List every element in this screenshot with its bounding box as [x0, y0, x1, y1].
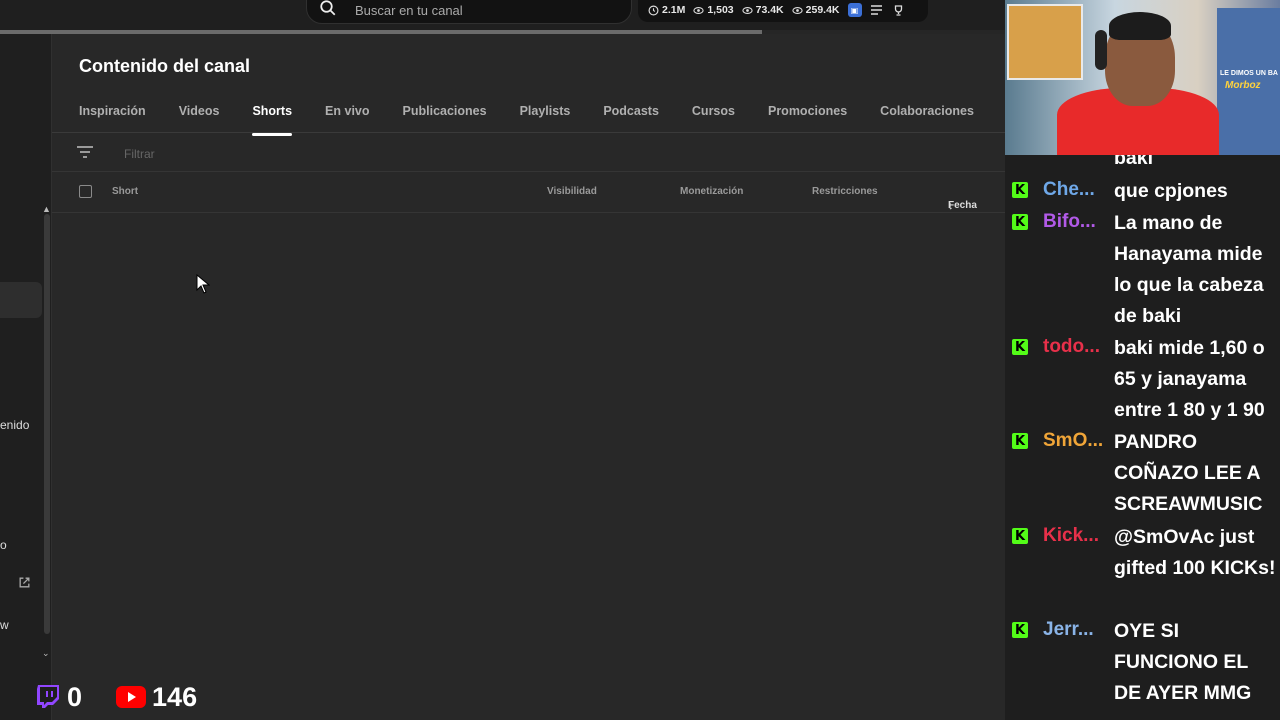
chat-username[interactable]: Kick...	[1043, 525, 1099, 547]
external-link-icon[interactable]	[18, 576, 31, 589]
search-box[interactable]	[306, 0, 632, 24]
tab-cursos[interactable]: Cursos	[692, 98, 735, 134]
tab-podcasts[interactable]: Podcasts	[603, 98, 659, 134]
table-header: Short Visibilidad Monetización Restricci…	[52, 172, 1005, 213]
eye-icon	[792, 6, 803, 14]
stat-views-2: 73.4K	[741, 4, 784, 16]
eye-icon	[693, 6, 704, 14]
chat-panel: baki K Che... que cpjones K Bifo... La m…	[1005, 155, 1280, 720]
tab-en-vivo[interactable]: En vivo	[325, 98, 369, 134]
menu-icon[interactable]	[870, 3, 884, 17]
kick-badge-icon: K	[1012, 214, 1028, 230]
stats-bar: 2.1M 1,503 73.4K 259.4K ▣	[638, 0, 928, 22]
tab-shorts[interactable]: Shorts	[252, 98, 292, 136]
filter-bar	[52, 133, 1005, 172]
column-restricciones[interactable]: Restricciones	[812, 186, 878, 197]
tab-publicaciones[interactable]: Publicaciones	[403, 98, 487, 134]
stat-views-3: 259.4K	[792, 4, 840, 16]
sidebar-item-label[interactable]: enido	[0, 418, 29, 432]
poster-image	[1007, 4, 1083, 80]
scroll-up-icon[interactable]: ▲	[42, 204, 51, 214]
filter-icon[interactable]	[76, 143, 94, 161]
streamer-hair	[1109, 12, 1171, 40]
search-icon	[320, 0, 336, 16]
scroll-down-icon[interactable]: ⌄	[42, 648, 50, 659]
column-short[interactable]: Short	[112, 186, 138, 197]
poster-text: Morboz	[1225, 80, 1261, 91]
headphone-icon	[1095, 30, 1107, 70]
stat-views-1: 1,503	[693, 4, 734, 16]
viewer-counters: 0 146	[35, 680, 231, 714]
column-monetizacion[interactable]: Monetización	[680, 186, 743, 197]
chat-username[interactable]: SmO...	[1043, 430, 1103, 452]
chat-message-text: que cpjones	[1114, 180, 1228, 202]
stat-value: 259.4K	[805, 4, 840, 16]
stat-value: 73.4K	[755, 4, 784, 16]
left-sidebar: enido o w ▲ ⌄	[0, 34, 52, 720]
stat-value: 1,503	[707, 4, 734, 16]
chat-message-text: @SmOvAc just gifted 100 KICKs!	[1114, 526, 1276, 579]
mouse-cursor-icon	[196, 274, 210, 294]
tab-colaboraciones[interactable]: Colaboraciones	[880, 98, 974, 134]
twitch-icon	[37, 685, 59, 708]
clock-icon	[648, 5, 659, 15]
chat-message-text: baki mide 1,60 o 65 y janayama entre 1 8…	[1114, 337, 1265, 421]
chat-message-text: OYE SI FUNCIONO EL DE AYER MMG	[1114, 620, 1252, 704]
tab-videos[interactable]: Videos	[179, 98, 220, 134]
sidebar-item-label[interactable]: o	[0, 538, 7, 552]
loading-bar-fill	[0, 30, 762, 34]
poster-text: LE DIMOS UN BA	[1220, 70, 1278, 77]
chat-username[interactable]: Jerr...	[1043, 619, 1094, 641]
twitch-viewer-count: 0	[67, 681, 83, 712]
kick-badge-icon: K	[1012, 622, 1028, 638]
chat-message-text: PANDRO COÑAZO LEE A SCREAWMUSIC	[1114, 431, 1263, 515]
kick-badge-icon: K	[1012, 433, 1028, 449]
webcam-overlay: LE DIMOS UN BA Morboz	[1005, 0, 1280, 155]
filter-input[interactable]	[122, 144, 426, 164]
eye-icon	[741, 6, 753, 14]
kick-badge-icon: K	[1012, 182, 1028, 198]
select-all-checkbox[interactable]	[79, 185, 92, 198]
sidebar-scrollbar[interactable]	[44, 214, 50, 634]
search-input[interactable]	[353, 0, 617, 21]
chat-username[interactable]: Che...	[1043, 179, 1095, 201]
sidebar-item-label[interactable]: w	[0, 618, 9, 632]
tab-promociones[interactable]: Promociones	[768, 98, 847, 134]
chat-username[interactable]: todo...	[1043, 336, 1100, 358]
kick-badge-icon: K	[1012, 528, 1028, 544]
content-tabs: Inspiración Videos Shorts En vivo Public…	[79, 98, 1076, 136]
column-visibilidad[interactable]: Visibilidad	[547, 186, 597, 197]
loading-bar	[0, 30, 1005, 34]
chat-message-text: baki	[1114, 155, 1154, 169]
stat-value: 2.1M	[662, 4, 686, 16]
tab-playlists[interactable]: Playlists	[520, 98, 571, 134]
sidebar-item-active[interactable]	[0, 282, 42, 318]
chat-message-text: La mano de Hanayama mide lo que la cabez…	[1114, 212, 1264, 327]
extension-icon[interactable]: ▣	[847, 3, 862, 17]
youtube-icon	[116, 686, 147, 708]
stat-subscribers: 2.1M	[648, 4, 685, 16]
tab-inspiracion[interactable]: Inspiración	[79, 98, 146, 134]
chat-username[interactable]: Bifo...	[1043, 211, 1096, 233]
trophy-icon[interactable]	[892, 3, 906, 17]
kick-badge-icon: K	[1012, 339, 1028, 355]
page-title: Contenido del canal	[79, 56, 251, 76]
sort-arrow-icon: ↓	[948, 200, 954, 212]
youtube-viewer-count: 146	[152, 681, 198, 712]
